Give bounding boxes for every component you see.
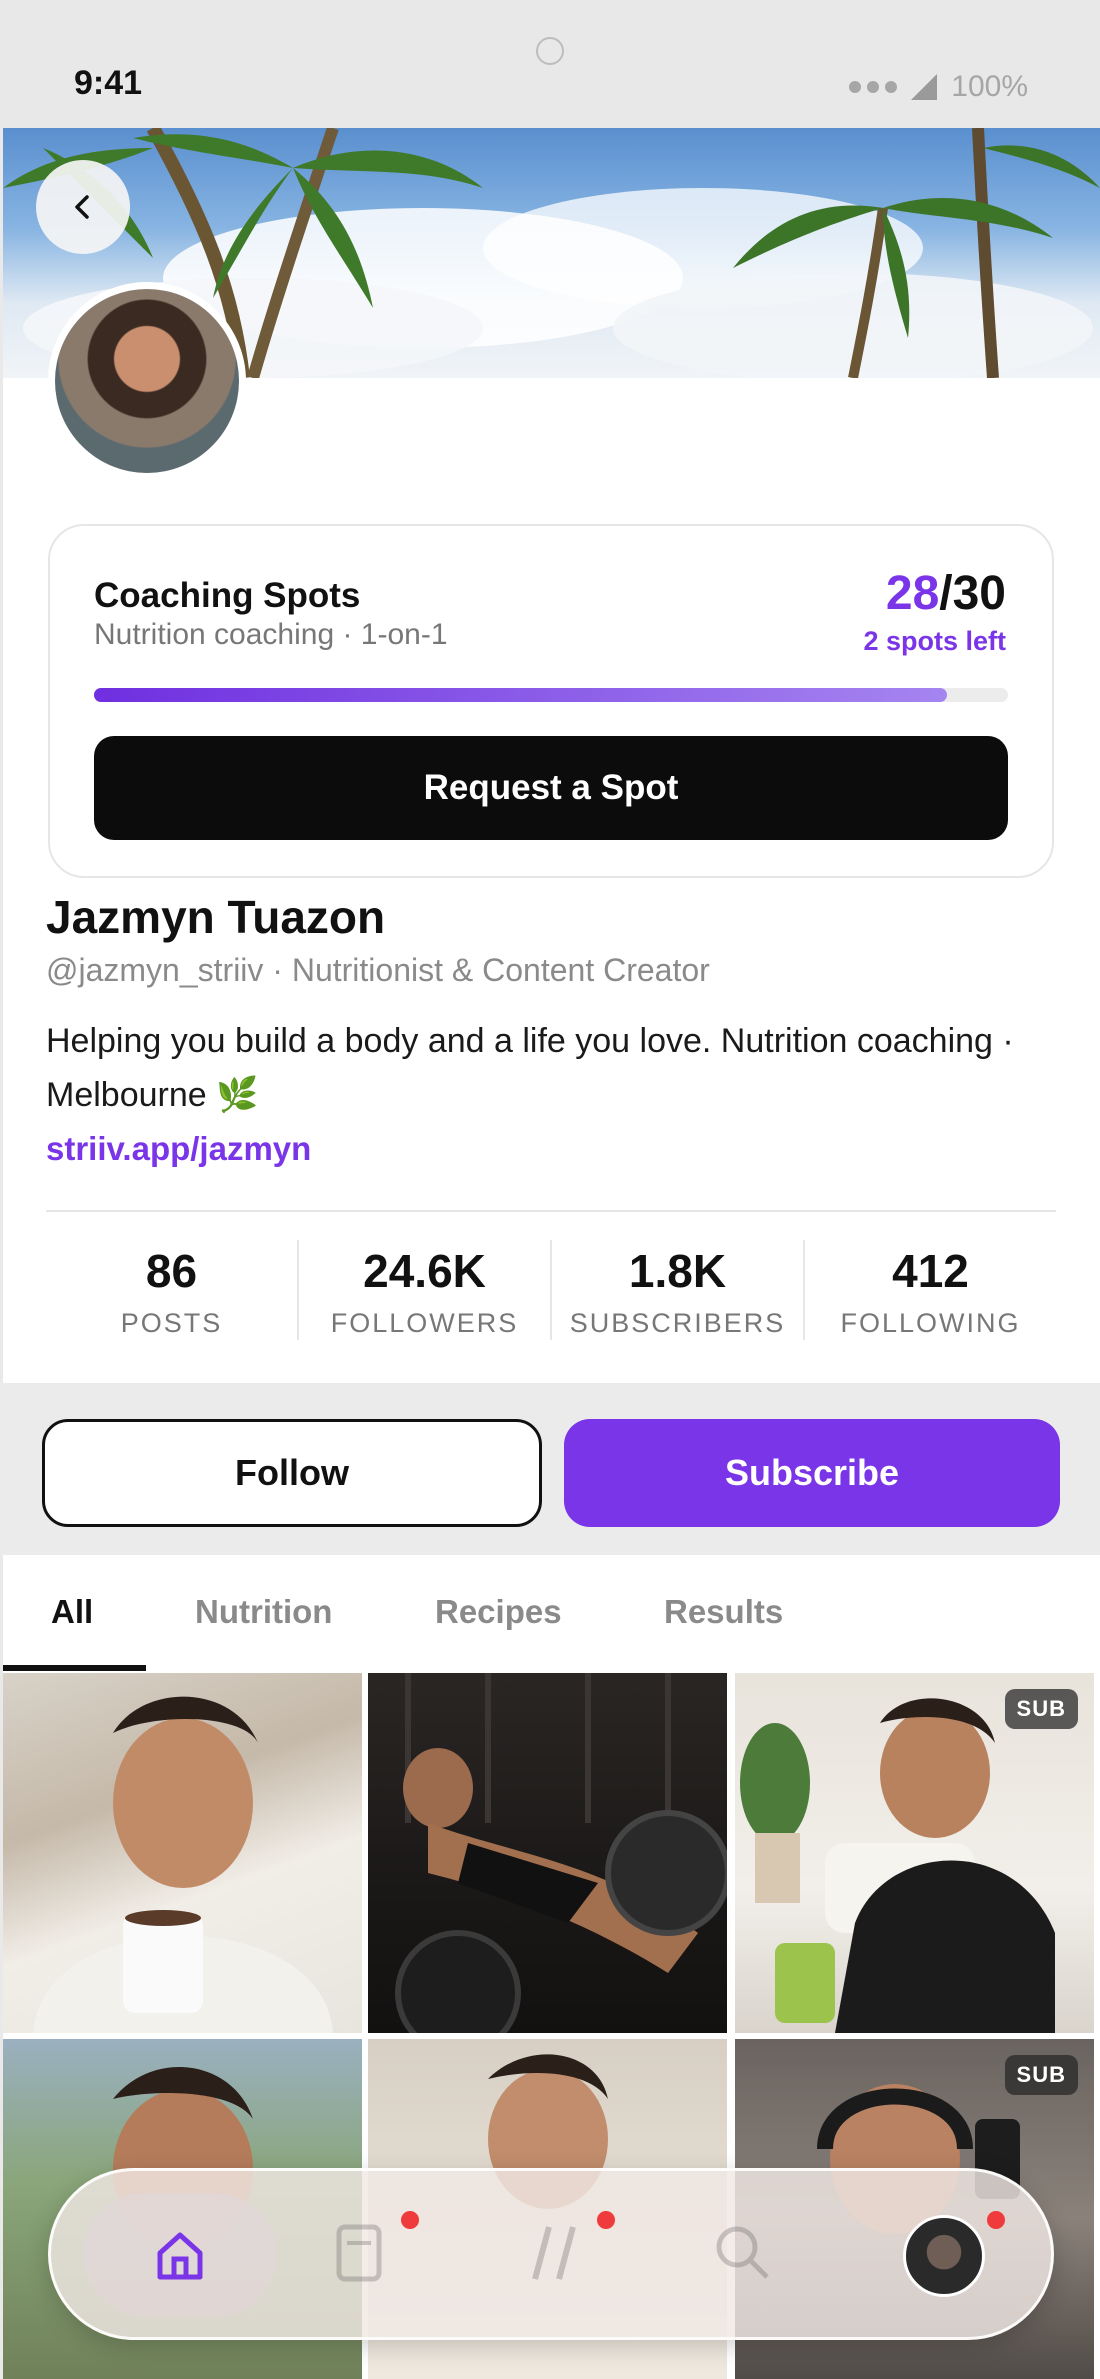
spots-total: /30 xyxy=(939,567,1006,620)
stat-value: 86 xyxy=(145,1245,198,1297)
bottom-nav xyxy=(48,2168,1054,2340)
request-spot-button[interactable]: Request a Spot xyxy=(94,736,1008,840)
stat-value: 24.6K xyxy=(363,1245,486,1297)
profile-link[interactable]: striiv.app/jazmyn xyxy=(46,1130,311,1168)
document-icon[interactable] xyxy=(331,2221,391,2290)
notification-dot xyxy=(597,2211,615,2229)
tab-results[interactable]: Results xyxy=(664,1593,783,1631)
battery-level: 100% xyxy=(951,70,1028,103)
spots-progress-bar xyxy=(94,688,1008,702)
slash-icon[interactable] xyxy=(525,2221,585,2290)
status-bar: 9:41 100% xyxy=(0,0,1100,128)
spots-count: 28/30 xyxy=(886,566,1006,621)
system-indicators: 100% xyxy=(849,70,1028,104)
divider xyxy=(46,1210,1056,1212)
stat-posts[interactable]: 86 POSTS xyxy=(46,1240,299,1340)
stat-label: FOLLOWING xyxy=(840,1308,1021,1338)
stat-label: FOLLOWERS xyxy=(330,1308,519,1338)
spots-progress-fill xyxy=(94,688,947,702)
stat-subscribers[interactable]: 1.8K SUBSCRIBERS xyxy=(552,1240,805,1340)
grid-photo[interactable]: SUB xyxy=(735,1673,1094,2033)
camera-cutout xyxy=(536,37,564,65)
stat-value: 1.8K xyxy=(628,1245,727,1297)
stat-following[interactable]: 412 FOLLOWING xyxy=(805,1240,1056,1340)
action-row: Follow Subscribe xyxy=(0,1383,1100,1555)
spots-taken: 28 xyxy=(885,567,940,620)
nav-home[interactable] xyxy=(83,2193,277,2317)
tab-nutrition[interactable]: Nutrition xyxy=(195,1593,332,1631)
home-icon xyxy=(157,2232,203,2280)
subscribe-button[interactable]: Subscribe xyxy=(564,1419,1060,1527)
spots-left-label: 2 spots left xyxy=(863,626,1006,656)
coaching-subtitle: Nutrition coaching · 1-on-1 xyxy=(94,618,448,651)
coaching-title: Coaching Spots xyxy=(94,576,361,615)
cellular-dots-icon xyxy=(849,81,898,93)
content-tabs: All Nutrition Recipes Results xyxy=(3,1555,1100,1673)
nav-profile-avatar[interactable] xyxy=(903,2215,985,2297)
follow-button[interactable]: Follow xyxy=(42,1419,542,1527)
stat-label: SUBSCRIBERS xyxy=(569,1308,786,1338)
grid-photo[interactable] xyxy=(3,1673,362,2033)
coaching-spots-card: Coaching Spots Nutrition coaching · 1-on… xyxy=(48,524,1054,878)
stat-value: 412 xyxy=(892,1245,969,1297)
profile-name: Jazmyn Tuazon xyxy=(46,891,386,943)
grid-photo[interactable] xyxy=(368,1673,727,2033)
subscriber-badge: SUB xyxy=(1004,2055,1078,2095)
signal-icon xyxy=(911,74,938,100)
profile-handle: @jazmyn_striiv · Nutritionist & Content … xyxy=(46,952,710,988)
profile-bio: Helping you build a body and a life you … xyxy=(46,1022,1014,1114)
profile-stats: 86 POSTS 24.6K FOLLOWERS 1.8K SUBSCRIBER… xyxy=(46,1240,1056,1340)
back-button[interactable] xyxy=(36,160,130,254)
notification-dot xyxy=(987,2211,1005,2229)
tab-all[interactable]: All xyxy=(51,1593,93,1631)
notification-dot xyxy=(401,2211,419,2229)
stat-followers[interactable]: 24.6K FOLLOWERS xyxy=(299,1240,552,1340)
subscriber-badge: SUB xyxy=(1004,1689,1078,1729)
profile-avatar[interactable] xyxy=(48,282,246,480)
stat-label: POSTS xyxy=(120,1308,223,1338)
status-time: 9:41 xyxy=(74,64,143,102)
tab-recipes[interactable]: Recipes xyxy=(435,1593,562,1631)
search-icon[interactable] xyxy=(711,2221,775,2290)
active-tab-indicator xyxy=(3,1665,146,1671)
chevron-left-icon xyxy=(75,195,89,219)
